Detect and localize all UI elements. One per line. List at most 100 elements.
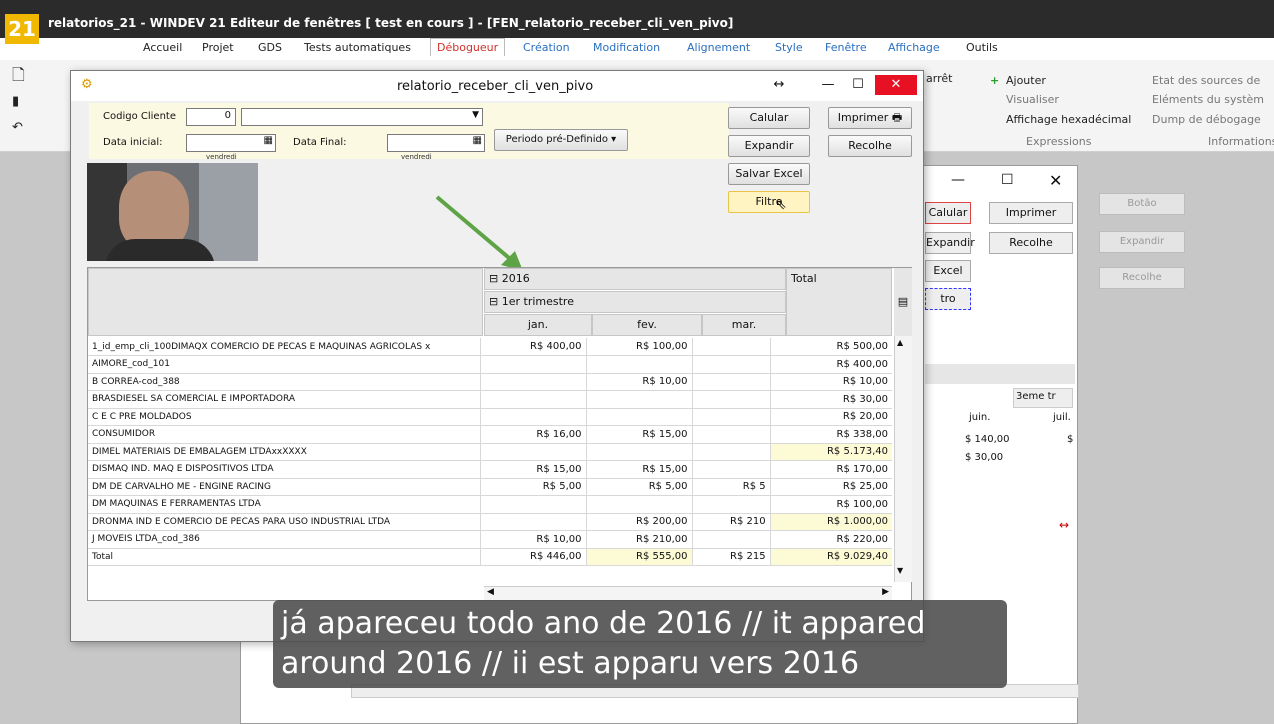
month-header-fev: fev.: [592, 314, 702, 336]
elements-systeme-button[interactable]: Eléments du systèm: [1152, 93, 1264, 106]
calendar-icon[interactable]: ▦: [264, 135, 273, 146]
periodo-label: Periodo pré-Definido: [505, 134, 608, 145]
cell-total: R$ 338,00: [769, 425, 892, 444]
dump-button[interactable]: Dump de débogage: [1152, 113, 1261, 126]
menu-debogueur[interactable]: Débogueur: [430, 38, 506, 56]
data-final-input[interactable]: ▦: [387, 134, 485, 152]
column-chooser-icon[interactable]: ▤: [894, 268, 912, 336]
table-row[interactable]: DIMEL MATERIAIS DE EMBALAGEM LTDAxxXXXX R…: [88, 443, 892, 461]
mouse-cursor-icon: ⇖: [775, 197, 787, 213]
cell-total: R$ 400,00: [769, 355, 892, 374]
month-header-mar: mar.: [702, 314, 786, 336]
vertical-scrollbar[interactable]: ▲ ▼: [894, 336, 912, 582]
maximize-icon[interactable]: ☐: [1001, 172, 1014, 188]
quarter-header[interactable]: ⊟ 1er trimestre: [484, 291, 786, 313]
total-cell-name: Total: [88, 548, 480, 566]
cell-total: R$ 100,00: [769, 495, 892, 514]
scroll-down-icon[interactable]: ▼: [897, 566, 903, 575]
scroll-left-icon[interactable]: ◀: [487, 587, 494, 597]
table-row[interactable]: 1_id_emp_cli_100DIMAQX COMERCIO DE PECAS…: [88, 338, 892, 356]
minimize-icon[interactable]: —: [813, 75, 843, 95]
total-row[interactable]: Total R$ 446,00 R$ 555,00 R$ 215 R$ 9.029,40: [88, 548, 892, 566]
ghost-botao-button[interactable]: Botão: [1099, 193, 1185, 215]
bg-calular-button[interactable]: Calular: [925, 202, 971, 224]
new-file-icon[interactable]: 🗋: [12, 64, 25, 91]
menu-outils[interactable]: Outils: [966, 41, 998, 54]
data-inicial-input[interactable]: ▦: [186, 134, 276, 152]
ghost-expandir-button[interactable]: Expandir: [1099, 231, 1185, 253]
cell-fev: R$ 200,00: [585, 513, 692, 531]
app-title: relatorios_21 - WINDEV 21 Editeur de fen…: [48, 16, 734, 30]
cell-mar: [691, 338, 771, 356]
table-row[interactable]: CONSUMIDOR R$ 16,00 R$ 15,00 R$ 338,00: [88, 425, 892, 444]
periodo-predefinido-dropdown[interactable]: Periodo pré-Definido ▾: [494, 129, 628, 151]
menu-modification[interactable]: Modification: [593, 41, 660, 54]
menu-affichage[interactable]: Affichage: [888, 41, 940, 54]
scroll-right-icon[interactable]: ▶: [882, 587, 889, 597]
cliente-combo[interactable]: ▼: [241, 108, 483, 126]
visualiser-button[interactable]: Visualiser: [1006, 93, 1059, 106]
bg-recolhe-button[interactable]: Recolhe: [989, 232, 1073, 254]
menu-gds[interactable]: GDS: [258, 41, 282, 54]
table-row[interactable]: DRONMA IND E COMERCIO DE PECAS PARA USO …: [88, 513, 892, 531]
affichage-hex-button[interactable]: Affichage hexadécimal: [1006, 113, 1131, 126]
cell-name: BRASDIESEL SA COMERCIAL E IMPORTADORA: [88, 390, 480, 409]
resize-icon[interactable]: ↔: [764, 75, 794, 95]
cell-jan: [479, 495, 586, 514]
maximize-icon[interactable]: ☐: [843, 75, 873, 95]
ajouter-button[interactable]: Ajouter: [1006, 74, 1046, 87]
cell-mar: [691, 530, 771, 549]
bg-filtro-button[interactable]: tro: [925, 288, 971, 310]
menu-accueil[interactable]: Accueil: [143, 41, 182, 54]
menu-creation[interactable]: Création: [523, 41, 570, 54]
close-icon[interactable]: ✕: [875, 75, 917, 95]
total-header: Total: [786, 268, 892, 336]
cell-jan: R$ 16,00: [479, 425, 586, 444]
table-row[interactable]: C E C PRE MOLDADOS R$ 20,00: [88, 408, 892, 426]
collapse-icon[interactable]: ⊟: [489, 295, 498, 308]
ghost-recolhe-button[interactable]: Recolhe: [1099, 267, 1185, 289]
cell-mar: [691, 443, 771, 461]
scroll-up-icon[interactable]: ▲: [897, 338, 903, 347]
bg-expandir-button[interactable]: Expandir: [925, 232, 975, 254]
minimize-icon[interactable]: —: [951, 172, 965, 188]
horizontal-scrollbar[interactable]: ◀ ▶: [484, 586, 892, 600]
cell-total: R$ 1.000,00: [769, 513, 892, 531]
table-row[interactable]: BRASDIESEL SA COMERCIAL E IMPORTADORA R$ …: [88, 390, 892, 409]
table-row[interactable]: DM DE CARVALHO ME - ENGINE RACING R$ 5,00…: [88, 478, 892, 496]
table-row[interactable]: DISMAQ IND. MAQ E DISPOSITIVOS LTDA R$ 15…: [88, 460, 892, 479]
table-row[interactable]: DM MAQUINAS E FERRAMENTAS LTDA R$ 100,00: [88, 495, 892, 514]
cell-name: C E C PRE MOLDADOS: [88, 408, 480, 426]
bg-value: $ 30,00: [965, 452, 1004, 463]
close-icon[interactable]: ✕: [1049, 171, 1062, 190]
menu-style[interactable]: Style: [775, 41, 803, 54]
year-header[interactable]: ⊟ 2016: [484, 268, 786, 290]
salvar-excel-button[interactable]: Salvar Excel: [728, 163, 810, 185]
expressions-group-label: Expressions: [1026, 135, 1092, 148]
table-row[interactable]: B CORREA-cod_388 R$ 10,00 R$ 10,00: [88, 373, 892, 391]
cell-total: R$ 220,00: [769, 530, 892, 549]
table-row[interactable]: AIMORE_cod_101 R$ 400,00: [88, 355, 892, 374]
add-icon[interactable]: +: [990, 74, 999, 87]
calendar-icon[interactable]: ▦: [473, 135, 482, 146]
menu-projet[interactable]: Projet: [202, 41, 234, 54]
table-row[interactable]: J MOVEIS LTDA_cod_386 R$ 10,00 R$ 210,00 R$…: [88, 530, 892, 549]
cell-name: DM DE CARVALHO ME - ENGINE RACING: [88, 478, 480, 496]
cell-jan: R$ 15,00: [479, 460, 586, 479]
filtro-button[interactable]: Filtro: [728, 191, 810, 213]
stop-icon[interactable]: ▮: [12, 94, 19, 109]
bg-imprimer-button[interactable]: Imprimer: [989, 202, 1073, 224]
expandir-button[interactable]: Expandir: [728, 135, 810, 157]
collapse-icon[interactable]: ⊟: [489, 272, 498, 285]
menu-alignement[interactable]: Alignement: [687, 41, 750, 54]
imprimer-button[interactable]: Imprimer 🖶: [828, 107, 912, 129]
recolhe-button[interactable]: Recolhe: [828, 135, 912, 157]
calular-button[interactable]: Calular: [728, 107, 810, 129]
cell-name: DRONMA IND E COMERCIO DE PECAS PARA USO …: [88, 513, 480, 531]
bg-excel-button[interactable]: Excel: [925, 260, 971, 282]
menu-tests-automatiques[interactable]: Tests automatiques: [304, 41, 411, 54]
codigo-cliente-input[interactable]: 0: [186, 108, 236, 126]
menu-fenetre[interactable]: Fenêtre: [825, 41, 867, 54]
undo-icon[interactable]: ↶: [12, 120, 23, 135]
etat-sources-button[interactable]: Etat des sources de: [1152, 74, 1260, 87]
